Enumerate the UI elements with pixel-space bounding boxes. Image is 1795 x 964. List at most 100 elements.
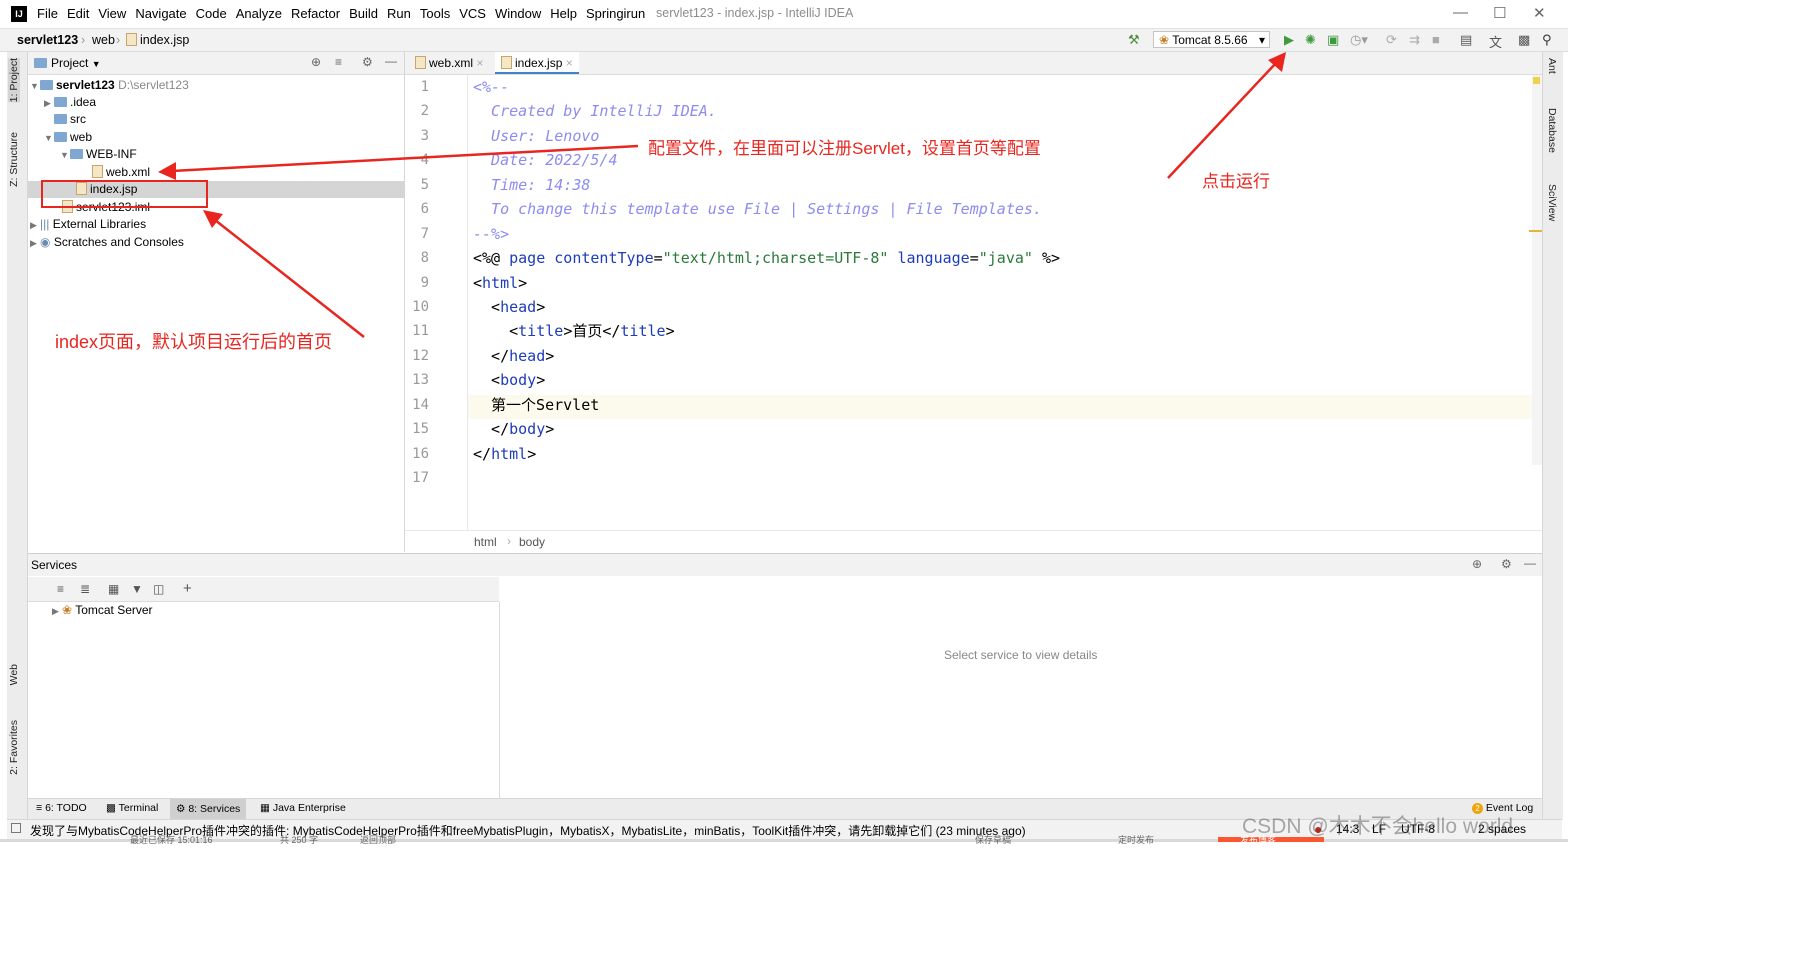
menu-navigate[interactable]: Navigate (135, 6, 186, 21)
add-service-icon[interactable]: + (183, 580, 192, 597)
tool-tab-structure[interactable]: Z: Structure (8, 132, 20, 187)
tool-tab-sciview[interactable]: SciView (1546, 184, 1558, 221)
tree-item-web-xml[interactable]: web.xml (28, 164, 468, 181)
build-hammer-icon[interactable]: ⚒ (1128, 32, 1140, 48)
tab-web-xml[interactable]: web.xml × (409, 52, 489, 74)
breadcrumb-file[interactable]: index.jsp (126, 33, 189, 47)
collapsed-arrow-icon: ▶ (30, 238, 37, 248)
menu-edit[interactable]: Edit (67, 6, 89, 21)
tree-item-web-inf[interactable]: ▼ WEB-INF (28, 146, 436, 163)
menu-analyze[interactable]: Analyze (236, 6, 282, 21)
tab-index-jsp[interactable]: index.jsp × (495, 52, 579, 74)
chevron-right-icon: › (507, 534, 511, 548)
code-line: <%-- (473, 78, 510, 96)
tree-item-label: .idea (70, 95, 97, 109)
menu-vcs[interactable]: VCS (459, 6, 486, 21)
layout-icon[interactable]: ▩ (1518, 32, 1530, 48)
new-tab-icon[interactable]: ◫ (153, 582, 164, 596)
tree-item-scratches[interactable]: ▶ ◉ Scratches and Consoles (28, 234, 406, 251)
csdn-watermark: CSDN @木木不会hello world (1242, 815, 1514, 838)
code-line: 第一个Servlet (473, 396, 600, 414)
line-number: 15 (412, 421, 429, 437)
tree-item-label: src (70, 112, 86, 126)
gear-icon[interactable]: ⚙ (1501, 557, 1512, 571)
tree-item-src[interactable]: src (28, 111, 430, 128)
tree-item-idea[interactable]: ▶ .idea (28, 94, 420, 111)
tool-tab-java-enterprise[interactable]: ▦ Java Enterprise (260, 802, 346, 814)
expand-all-icon[interactable]: ≡ (57, 582, 64, 596)
menu-view[interactable]: View (98, 6, 126, 21)
project-view-select[interactable]: Project ▼ (51, 56, 101, 70)
annotation-run: 点击运行 (1202, 172, 1270, 191)
minimize-icon[interactable]: — (1453, 4, 1468, 21)
bg-text: 保存草稿 (975, 835, 1012, 845)
close-tab-icon[interactable]: × (476, 56, 483, 70)
gear-icon[interactable]: ⚙ (362, 55, 373, 69)
tree-item-tomcat-server[interactable]: ▶ ❀ Tomcat Server (28, 602, 428, 619)
run-icon[interactable]: ▶ (1284, 32, 1294, 48)
rerun-icon[interactable]: ⇉ (1409, 32, 1420, 48)
menu-window[interactable]: Window (495, 6, 541, 21)
menu-bar: IJ File Edit View Navigate Code Analyze … (0, 0, 1568, 29)
chevron-down-icon: ▾ (1258, 33, 1265, 47)
tool-tab-ant[interactable]: Ant (1546, 58, 1558, 74)
group-by-icon[interactable]: ▦ (108, 582, 119, 596)
tool-tab-favorites[interactable]: 2: Favorites (8, 720, 20, 775)
breadcrumb-web[interactable]: web (92, 33, 115, 47)
translate-icon[interactable]: 文 (1489, 32, 1502, 51)
tool-tab-terminal[interactable]: ▩ Terminal (106, 802, 158, 814)
annotation-index: index页面，默认项目运行后的首页 (55, 332, 333, 352)
menu-springirun[interactable]: Springirun (586, 6, 645, 21)
scrollbar-marker (1529, 230, 1542, 232)
tool-tab-services[interactable]: ⚙ 8: Services (170, 799, 247, 819)
collapse-all-icon[interactable]: ≡ (335, 55, 342, 69)
terminal-icon: ▩ (106, 802, 116, 814)
breadcrumb-project[interactable]: servlet123 (17, 33, 78, 47)
tree-item-external-libraries[interactable]: ▶ ||| External Libraries (28, 216, 406, 233)
locate-icon[interactable]: ⊕ (1472, 557, 1482, 571)
close-tab-icon[interactable]: × (566, 56, 573, 70)
hide-icon[interactable]: — (1524, 556, 1536, 570)
hide-icon[interactable]: — (385, 54, 397, 68)
menu-code[interactable]: Code (196, 6, 227, 21)
code-line: Date: 2022/5/4 (473, 151, 618, 169)
maximize-icon[interactable]: ☐ (1493, 4, 1506, 22)
project-view-label: Project (51, 56, 89, 70)
search-icon[interactable]: ⚲ (1542, 32, 1552, 48)
chevron-right-icon: › (116, 33, 121, 47)
code-line: Created by IntelliJ IDEA. (473, 102, 717, 120)
menu-refactor[interactable]: Refactor (291, 6, 340, 21)
code-breadcrumb-body[interactable]: body (519, 535, 545, 549)
code-breadcrumb-html[interactable]: html (474, 535, 497, 549)
editor-scrollbar[interactable] (1532, 75, 1542, 465)
tool-tab-web[interactable]: Web (8, 664, 20, 685)
project-panel-header: Project ▼ ⊕ ≡ ⚙ — (28, 52, 404, 75)
menu-run[interactable]: Run (387, 6, 411, 21)
toggle-tool-windows-icon[interactable] (11, 823, 21, 833)
inspection-status-icon[interactable] (1533, 77, 1540, 84)
menu-file[interactable]: File (37, 6, 58, 21)
menu-build[interactable]: Build (349, 6, 378, 21)
tree-item-web[interactable]: ▼ web (28, 129, 420, 146)
menu-tools[interactable]: Tools (420, 6, 450, 21)
tree-item-label: External Libraries (52, 217, 147, 231)
project-structure-icon[interactable]: ▤ (1460, 32, 1472, 48)
menu-help[interactable]: Help (550, 6, 577, 21)
tool-tab-project[interactable]: 1: Project (8, 58, 20, 103)
intellij-logo-icon: IJ (11, 6, 27, 22)
bg-text: 返回顶部 (360, 835, 397, 845)
update-running-icon[interactable]: ⟳ (1386, 32, 1397, 48)
filter-icon[interactable]: ▼ (131, 582, 143, 596)
coverage-icon[interactable]: ▣ (1327, 32, 1339, 48)
collapse-all-icon[interactable]: ≣ (80, 582, 90, 596)
close-icon[interactable]: ✕ (1533, 4, 1546, 22)
debug-bug-icon[interactable]: ✺ (1305, 32, 1316, 48)
tool-tab-database[interactable]: Database (1546, 108, 1558, 153)
tool-tab-todo[interactable]: ≡ 6: TODO (36, 802, 87, 814)
tree-item-servlet123[interactable]: ▼ servlet123 D:\servlet123 (28, 77, 406, 94)
locate-icon[interactable]: ⊕ (311, 55, 321, 69)
profile-icon[interactable]: ◷▾ (1350, 32, 1368, 48)
stop-icon[interactable]: ■ (1432, 32, 1440, 47)
line-number: 11 (412, 323, 429, 339)
run-configuration-select[interactable]: ❀ Tomcat 8.5.66 ▾ (1153, 31, 1270, 48)
